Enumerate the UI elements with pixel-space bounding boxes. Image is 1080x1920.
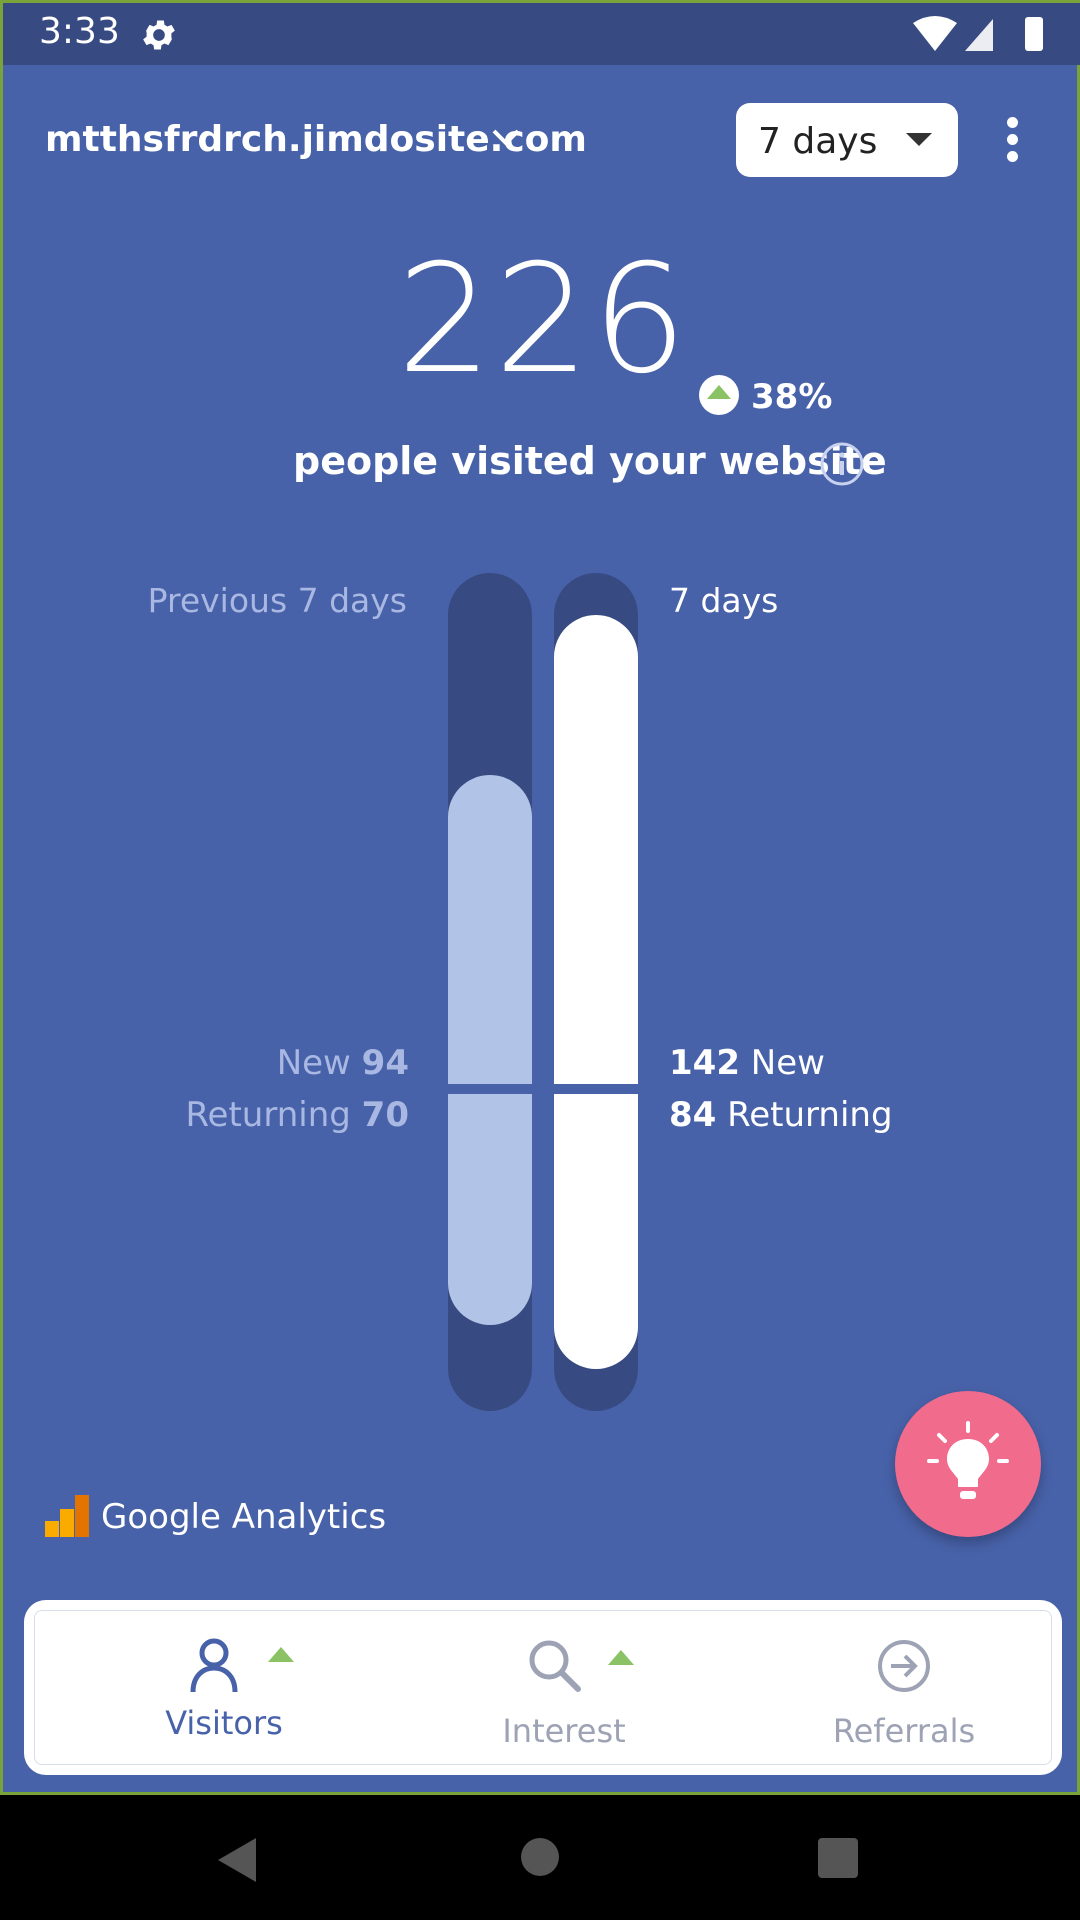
change-percent: 38% (751, 377, 833, 417)
recent-apps-icon[interactable] (818, 1838, 858, 1878)
person-icon (190, 1638, 238, 1693)
battery-icon (1025, 17, 1043, 51)
current-returning-stat: 84 Returning (669, 1095, 893, 1135)
info-icon[interactable] (819, 441, 865, 487)
current-visitors-fill (554, 615, 638, 1369)
back-icon[interactable] (218, 1838, 256, 1882)
tab-label: Visitors (165, 1704, 283, 1742)
period-dropdown[interactable]: 7 days (736, 103, 958, 177)
google-analytics-logo (45, 1495, 89, 1537)
status-time: 3:33 (39, 11, 120, 52)
wifi-icon (913, 16, 957, 51)
dropdown-arrow-icon (906, 133, 932, 146)
lightbulb-icon (927, 1421, 1009, 1499)
previous-period-bar (448, 573, 532, 1411)
bar-divider (554, 1084, 638, 1094)
trend-up-icon (608, 1650, 634, 1665)
chevron-down-icon[interactable] (491, 127, 521, 149)
search-icon (529, 1640, 581, 1692)
analytics-brand: Google Analytics (101, 1497, 387, 1537)
current-period-bar (554, 573, 638, 1411)
tab-label: Referrals (832, 1712, 976, 1750)
tab-referrals[interactable]: Referrals (734, 1600, 1074, 1775)
trend-up-icon (268, 1647, 294, 1662)
tab-interest[interactable]: Interest (394, 1600, 734, 1775)
previous-period-label: Previous 7 days (147, 581, 407, 620)
arrow-circle-right-icon (878, 1640, 930, 1692)
tab-label: Interest (502, 1712, 626, 1750)
more-vert-icon[interactable] (1007, 117, 1019, 163)
previous-visitors-fill (448, 775, 532, 1325)
bottom-tab-bar: Visitors Interest Referrals (24, 1600, 1062, 1775)
period-value: 7 days (758, 121, 878, 162)
trend-up-icon (699, 375, 739, 415)
status-icons (913, 16, 1043, 51)
current-period-label: 7 days (669, 581, 779, 620)
signal-icon (965, 19, 993, 51)
bar-divider (448, 1084, 532, 1094)
tab-visitors[interactable]: Visitors (54, 1600, 394, 1775)
current-new-stat: 142 New (669, 1043, 825, 1083)
previous-returning-stat: Returning 70 (185, 1095, 409, 1135)
status-bar: 3:33 (3, 3, 1080, 65)
app-screen: 3:33 mtthsfrdrch.jimdosite.com 7 days 22… (0, 0, 1080, 1795)
summary-headline: people visited your website (293, 439, 887, 483)
previous-new-stat: New 94 (276, 1043, 409, 1083)
visitor-total: 226 (396, 233, 690, 407)
gear-icon (143, 20, 175, 50)
insights-button[interactable] (895, 1391, 1041, 1537)
home-icon[interactable] (521, 1838, 559, 1876)
